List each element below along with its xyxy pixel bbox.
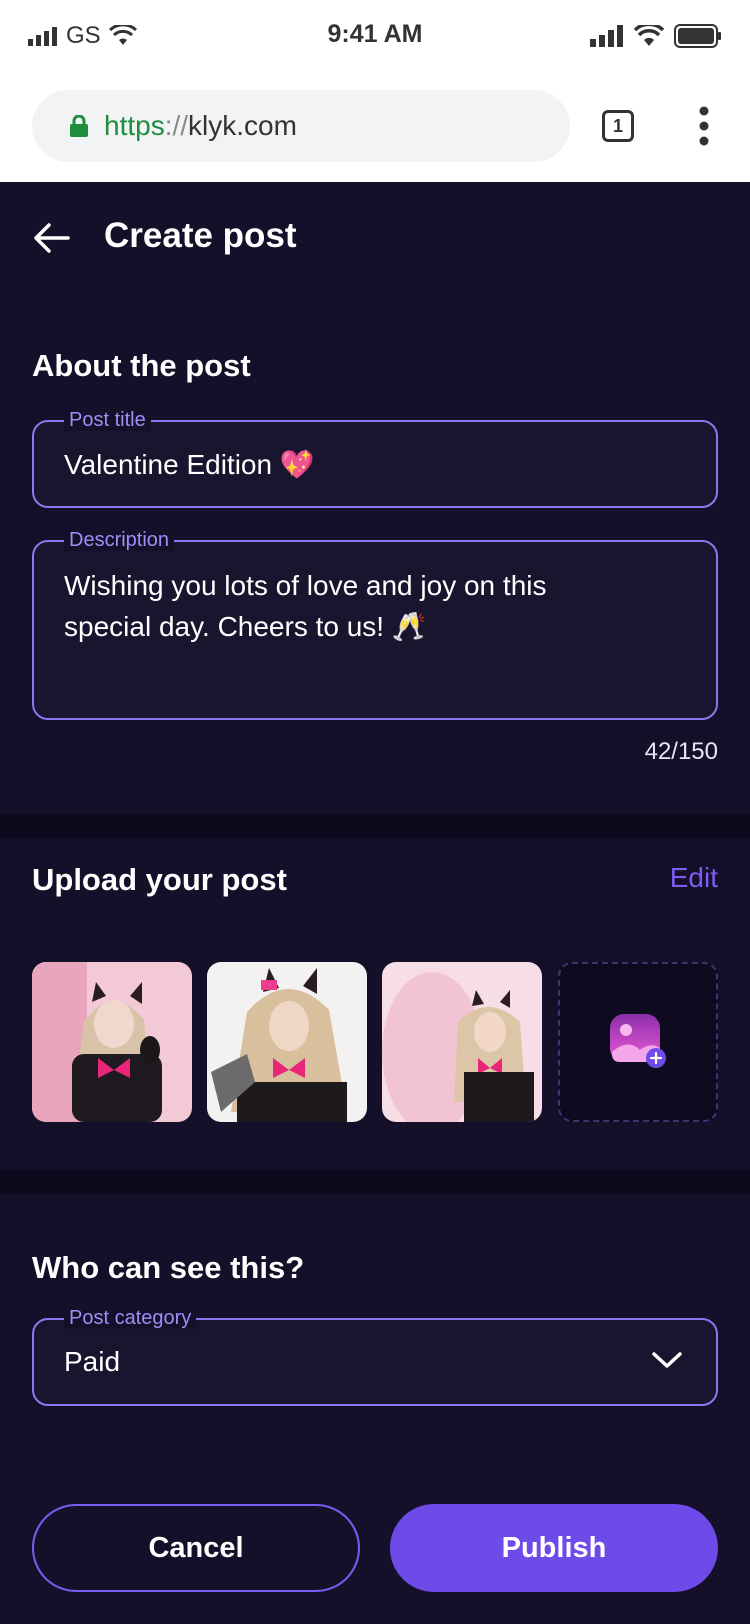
add-image-icon	[610, 1014, 666, 1068]
upload-section-title: Upload your post	[32, 862, 287, 897]
character-counter: 42/150	[644, 738, 718, 765]
section-divider	[0, 814, 750, 838]
about-section: About the post Post title Valentine Edit…	[0, 294, 750, 814]
address-bar[interactable]: https://klyk.com	[32, 90, 570, 162]
tabs-icon[interactable]: 1	[602, 110, 634, 142]
post-title-label: Post title	[64, 409, 151, 431]
edit-link[interactable]: Edit	[670, 862, 718, 894]
more-vertical-icon[interactable]	[696, 106, 712, 146]
url-scheme: https	[104, 110, 165, 141]
wifi-icon	[634, 25, 664, 46]
upload-section: Upload your post Edit	[0, 838, 750, 1170]
lock-icon	[70, 115, 88, 137]
battery-icon	[674, 24, 721, 48]
post-category-select[interactable]: Post category Paid	[32, 1307, 718, 1406]
photo-1	[32, 962, 192, 1122]
description-line-1: Wishing you lots of love and joy on this	[64, 570, 547, 601]
description-line-2: special day. Cheers to us! 🥂	[64, 611, 427, 642]
signal-icon	[590, 25, 623, 47]
page-title: Create post	[104, 216, 297, 255]
photo-2	[207, 962, 367, 1122]
add-photo-button[interactable]	[558, 962, 718, 1122]
cancel-button[interactable]: Cancel	[32, 1504, 360, 1592]
description-field[interactable]: Description Wishing you lots of love and…	[32, 529, 718, 720]
url-separator: ://	[164, 110, 189, 141]
photo-thumbnail-3[interactable]	[382, 962, 542, 1122]
photo-3	[382, 962, 542, 1122]
section-divider	[0, 1170, 750, 1194]
description-label: Description	[64, 529, 175, 551]
url-host: klyk.com	[188, 110, 297, 141]
publish-button[interactable]: Publish	[390, 1504, 718, 1592]
arrow-left-icon[interactable]	[32, 218, 72, 258]
status-bar: GS 9:41 AM	[0, 0, 750, 72]
post-category-label: Post category	[64, 1307, 197, 1329]
post-title-value: Valentine Edition 💖	[64, 449, 315, 480]
about-section-title: About the post	[32, 348, 251, 383]
photo-thumbnail-2[interactable]	[207, 962, 367, 1122]
photo-thumbnail-1[interactable]	[32, 962, 192, 1122]
visibility-section-title: Who can see this?	[32, 1250, 305, 1285]
browser-toolbar: https://klyk.com 1	[0, 72, 750, 182]
url-text: https://klyk.com	[104, 110, 297, 142]
app-header: Create post	[0, 182, 750, 294]
post-category-value: Paid	[64, 1346, 121, 1377]
chevron-down-icon	[652, 1352, 682, 1368]
post-title-field[interactable]: Post title Valentine Edition 💖	[32, 409, 718, 508]
